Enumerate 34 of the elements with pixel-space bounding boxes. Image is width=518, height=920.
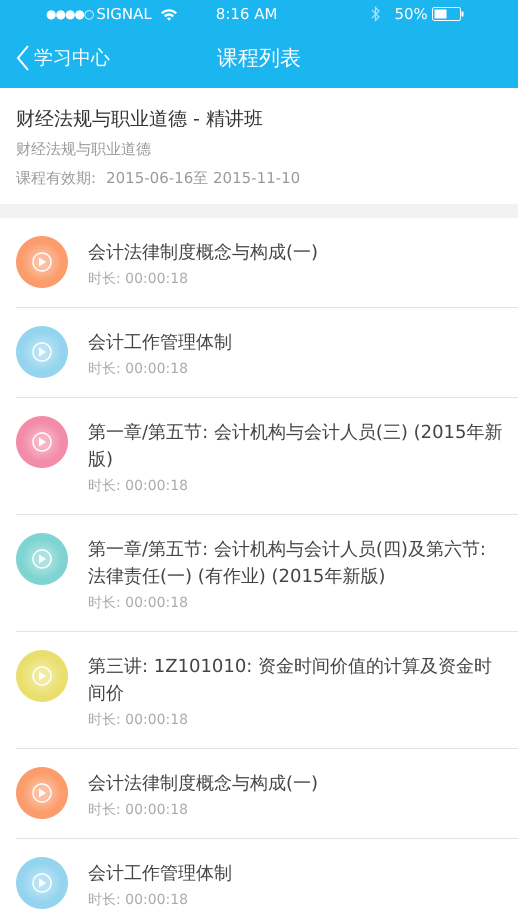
battery-icon [432,7,464,21]
validity-label: 课程有效期: [16,169,96,188]
lesson-title[interactable]: 第一章/第五节: 会计机构与会计人员(四)及第六节: 法律责任(一) (有作业) (2015年新版) [88,536,506,590]
play-icon[interactable] [16,533,68,585]
lesson-duration: 时长: 00:00:18 [88,594,190,612]
battery-percent: 50% [394,5,428,23]
play-icon[interactable] [16,650,68,702]
lesson-title[interactable]: 会计法律制度概念与构成(一) [88,239,506,266]
lesson-duration: 时长: 00:00:18 [88,891,190,909]
clock-time: 8:16 AM [216,5,278,23]
validity-dates: 2015-06-16至 2015-11-10 [106,169,300,188]
play-icon[interactable] [16,236,68,288]
play-icon[interactable] [16,767,68,819]
back-chevron-icon [16,45,30,71]
lesson-title[interactable]: 第三讲: 1Z101010: 资金时间价值的计算及资金时间价 [88,653,506,707]
play-icon[interactable] [16,857,68,909]
lesson-title[interactable]: 第一章/第五节: 会计机构与会计人员(三) (2015年新版) [88,419,506,473]
page-title: 课程列表 [217,45,301,72]
play-icon[interactable] [16,416,68,468]
course-subtitle: 财经法规与职业道德 [16,140,152,159]
lesson-duration: 时长: 00:00:18 [88,711,190,729]
carrier-name: SIGNAL [96,5,152,23]
play-icon[interactable] [16,326,68,378]
lesson-duration: 时长: 00:00:18 [88,270,190,288]
lesson-duration: 时长: 00:00:18 [88,477,190,495]
bluetooth-icon [371,6,380,22]
lesson-duration: 时长: 00:00:18 [88,801,190,819]
lesson-title[interactable]: 会计工作管理体制 [88,329,506,356]
course-title: 财经法规与职业道德 - 精讲班 [16,107,264,132]
signal-strength: ●●●●○ [46,7,94,21]
lesson-duration: 时长: 00:00:18 [88,360,190,378]
lesson-title[interactable]: 会计工作管理体制 [88,860,506,887]
wifi-icon [160,8,178,20]
lesson-title[interactable]: 会计法律制度概念与构成(一) [88,770,506,797]
